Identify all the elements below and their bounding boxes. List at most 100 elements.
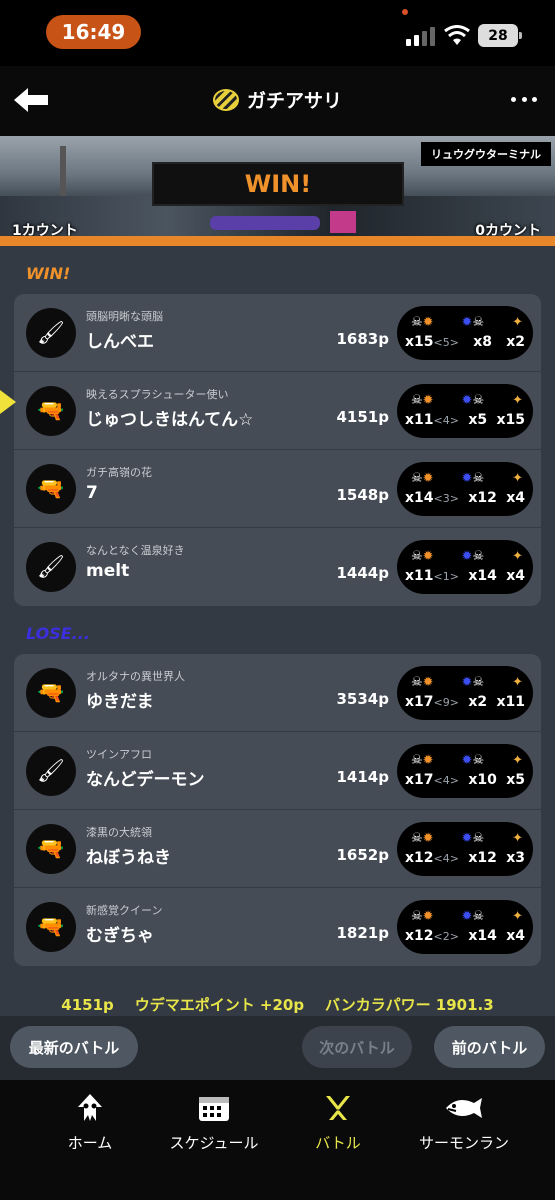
camera-indicator-icon <box>402 9 408 15</box>
special-count: x3 <box>506 850 525 866</box>
death-count: x14 <box>468 568 497 584</box>
tab-schedule[interactable]: スケジュール <box>154 1092 274 1153</box>
stage-divider <box>0 236 555 246</box>
assist-count: <1> <box>433 570 459 583</box>
death-icon: ✹☠ <box>461 470 485 486</box>
weapon-icon: 🔫 <box>26 386 76 436</box>
summary-udemae: ウデマエポイント +20p <box>134 996 305 1014</box>
kill-icon: ☠✹ <box>411 314 434 330</box>
tab-battle-label: バトル <box>315 1134 361 1152</box>
page-title: ガチアサリ <box>0 86 555 113</box>
player-row[interactable]: 🔫 映えるスプラシューター使い じゅつしきはんてん☆ 4151p ☠✹ ✹☠ ✦ x11<4>… <box>14 372 541 450</box>
death-icon: ✹☠ <box>461 752 485 768</box>
special-icon: ✦ <box>512 752 523 768</box>
tab-battle[interactable]: バトル <box>278 1092 398 1153</box>
weapon-icon: 🔫 <box>26 824 76 874</box>
special-count: x2 <box>506 334 525 350</box>
death-icon: ✹☠ <box>461 548 485 564</box>
assist-count: <4> <box>433 852 459 865</box>
stage-name: リュウグウターミナル <box>421 142 551 166</box>
special-count: x5 <box>506 772 525 788</box>
previous-battle-button[interactable]: 前のバトル <box>434 1026 545 1068</box>
player-stats: ☠✹ ✹☠ ✦ x12<4> x12 x3 <box>397 822 533 876</box>
signal-icon <box>406 27 435 46</box>
player-title: 漆黒の大統領 <box>86 826 152 839</box>
death-icon: ✹☠ <box>461 314 485 330</box>
assist-count: <5> <box>433 336 459 349</box>
self-marker-icon <box>0 390 16 414</box>
next-battle-button[interactable]: 次のバトル <box>302 1026 412 1068</box>
special-count: x4 <box>506 928 525 944</box>
player-row[interactable]: 🔫 漆黒の大統領 ねぼうねき 1652p ☠✹ ✹☠ ✦ x12<4> x12 x3 <box>14 810 541 888</box>
special-icon: ✦ <box>512 470 523 486</box>
tab-bar: ホーム スケジュール バトル サーモンラン <box>0 1080 555 1200</box>
player-name: しんべエ <box>86 332 154 352</box>
special-icon: ✦ <box>512 908 523 924</box>
special-icon: ✦ <box>512 314 523 330</box>
player-row[interactable]: 🖌 頭脳明晰な頭脳 しんべエ 1683p ☠✹ ✹☠ ✦ x15<5> x8 x2 <box>14 294 541 372</box>
kill-count: x11 <box>405 412 434 428</box>
more-options-icon[interactable] <box>511 86 537 112</box>
special-icon: ✦ <box>512 674 523 690</box>
weapon-icon: 🔫 <box>26 464 76 514</box>
player-paint-points: 3534p <box>336 690 390 708</box>
stage-banner: リュウグウターミナル WIN! 1カウント 0カウント <box>0 136 555 246</box>
death-count: x12 <box>468 850 497 866</box>
weapon-icon: 🖌 <box>26 746 76 796</box>
player-paint-points: 4151p <box>336 408 390 426</box>
lose-team-list: 🔫 オルタナの異世界人 ゆきだま 3534p ☠✹ ✹☠ ✦ x17<9> x2 x11 🖌 ツインア… <box>14 654 541 966</box>
kill-count: x17 <box>405 772 434 788</box>
special-count: x15 <box>496 412 525 428</box>
tab-home[interactable]: ホーム <box>30 1092 150 1153</box>
wifi-icon <box>444 25 470 45</box>
mode-title: ガチアサリ <box>246 90 342 112</box>
player-name: むぎちゃ <box>86 926 154 946</box>
battle-navigation: 最新のバトル 次のバトル 前のバトル <box>0 1016 555 1080</box>
latest-battle-button[interactable]: 最新のバトル <box>10 1026 138 1068</box>
special-icon: ✦ <box>512 830 523 846</box>
win-team-list: 🖌 頭脳明晰な頭脳 しんべエ 1683p ☠✹ ✹☠ ✦ x15<5> x8 x2 🔫 映えるスプラシ… <box>14 294 541 606</box>
assist-count: <3> <box>433 492 459 505</box>
player-title: なんとなく温泉好き <box>86 544 185 557</box>
player-row[interactable]: 🔫 新感覚クイーン むぎちゃ 1821p ☠✹ ✹☠ ✦ x12<2> x14 x4 <box>14 888 541 966</box>
tab-salmon-run[interactable]: サーモンラン <box>404 1092 524 1153</box>
kill-icon: ☠✹ <box>411 470 434 486</box>
death-count: x8 <box>473 334 492 350</box>
tab-schedule-label: スケジュール <box>169 1134 259 1152</box>
player-stats: ☠✹ ✹☠ ✦ x12<2> x14 x4 <box>397 900 533 954</box>
player-row[interactable]: 🔫 オルタナの異世界人 ゆきだま 3534p ☠✹ ✹☠ ✦ x17<9> x2 x11 <box>14 654 541 732</box>
death-count: x10 <box>468 772 497 788</box>
death-icon: ✹☠ <box>461 674 485 690</box>
status-bar: 16:49 28 <box>0 0 555 66</box>
kill-icon: ☠✹ <box>411 752 434 768</box>
tab-home-label: ホーム <box>67 1134 113 1152</box>
player-title: ツインアフロ <box>86 748 152 761</box>
player-stats: ☠✹ ✹☠ ✦ x11<4> x5 x15 <box>397 384 533 438</box>
player-title: 頭脳明晰な頭脳 <box>86 310 163 323</box>
special-count: x11 <box>496 694 525 710</box>
player-stats: ☠✹ ✹☠ ✦ x14<3> x12 x4 <box>397 462 533 516</box>
weapon-icon: 🖌 <box>26 542 76 592</box>
player-stats: ☠✹ ✹☠ ✦ x11<1> x14 x4 <box>397 540 533 594</box>
player-paint-points: 1548p <box>336 486 390 504</box>
kill-icon: ☠✹ <box>411 548 434 564</box>
kill-count: x12 <box>405 928 434 944</box>
result-banner: WIN! <box>152 162 404 206</box>
lose-team-label: LOSE... <box>26 624 90 643</box>
player-name: じゅつしきはんてん☆ <box>86 410 254 430</box>
status-time: 16:49 <box>46 15 141 49</box>
battle-detail: WIN! 🖌 頭脳明晰な頭脳 しんべエ 1683p ☠✹ ✹☠ ✦ x15<5> x8 x2 🔫 映え… <box>0 246 555 1016</box>
kill-count: x12 <box>405 850 434 866</box>
kill-count: x17 <box>405 694 434 710</box>
death-count: x2 <box>468 694 488 710</box>
kill-count: x15 <box>405 334 434 350</box>
squid-home-icon <box>30 1092 150 1124</box>
summary-paint: 4151p <box>61 996 114 1014</box>
player-row[interactable]: 🔫 ガチ高嶺の花 7 1548p ☠✹ ✹☠ ✦ x14<3> x12 x4 <box>14 450 541 528</box>
player-row[interactable]: 🖌 なんとなく温泉好き melt 1444p ☠✹ ✹☠ ✦ x11<1> x14 x4 <box>14 528 541 606</box>
player-row[interactable]: 🖌 ツインアフロ なんどデーモン 1414p ☠✹ ✹☠ ✦ x17<4> x10 x5 <box>14 732 541 810</box>
player-name: 7 <box>86 483 98 503</box>
player-title: 新感覚クイーン <box>86 904 163 917</box>
player-name: なんどデーモン <box>86 770 205 790</box>
battle-summary: 4151p ウデマエポイント +20p バンカラパワー 1901.3 <box>0 994 555 1015</box>
